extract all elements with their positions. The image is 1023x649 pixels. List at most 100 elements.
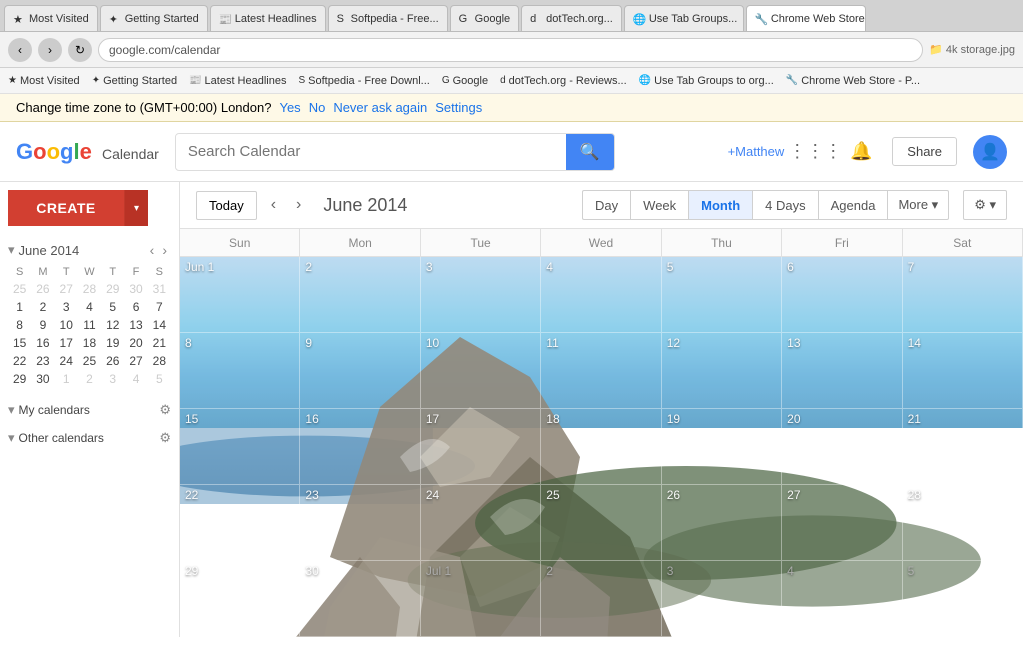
create-dropdown-button[interactable]: ▾ [124,190,148,226]
other-calendars-section[interactable]: ▾ Other calendars ⚙ [8,424,171,452]
mini-cal-day[interactable]: 20 [124,334,147,352]
address-input[interactable]: google.com/calendar [98,38,923,62]
mini-cal-day[interactable]: 10 [55,316,78,334]
cal-cell[interactable]: 8 [180,333,300,409]
bookmark-google[interactable]: G Google [442,75,488,87]
share-button[interactable]: Share [892,137,957,166]
mini-cal-day[interactable]: 26 [31,280,54,298]
mini-cal-day[interactable]: 25 [8,280,31,298]
mini-cal-day[interactable]: 29 [8,370,31,388]
view-month-button[interactable]: Month [688,190,752,220]
mini-cal-day[interactable]: 27 [124,352,147,370]
cal-cell[interactable]: 4 [541,257,661,333]
reload-button[interactable]: ↻ [68,38,92,62]
cal-cell[interactable]: 30 [300,561,420,637]
mini-cal-day[interactable]: 18 [78,334,101,352]
bookmark-most-visited[interactable]: ★ Most Visited [8,75,80,87]
view-more-button[interactable]: More ▾ [887,190,949,220]
cal-prev-button[interactable]: ‹ [265,192,282,218]
mini-cal-day[interactable]: 12 [101,316,124,334]
mini-cal-day[interactable]: 28 [148,352,171,370]
mini-cal-day[interactable]: 2 [31,298,54,316]
notification-settings[interactable]: Settings [435,100,482,115]
view-4days-button[interactable]: 4 Days [752,190,817,220]
tab-softpedia[interactable]: S Softpedia - Free... [328,5,448,31]
my-calendars-gear-icon[interactable]: ⚙ [159,402,171,418]
mini-cal-day[interactable]: 28 [78,280,101,298]
mini-cal-day[interactable]: 21 [148,334,171,352]
cal-cell[interactable]: 15 [180,409,300,485]
bookmark-latest-headlines[interactable]: 📰 Latest Headlines [189,75,286,87]
notification-never[interactable]: Never ask again [333,100,427,115]
cal-cell[interactable]: 2 [300,257,420,333]
cal-cell[interactable]: 10 [421,333,541,409]
search-input[interactable] [176,135,566,168]
mini-cal-day[interactable]: 2 [78,370,101,388]
mini-cal-day[interactable]: 11 [78,316,101,334]
cal-cell[interactable]: Jun 1 [180,257,300,333]
apps-icon[interactable]: ⋮⋮⋮ [800,137,830,167]
mini-cal-day[interactable]: 22 [8,352,31,370]
tab-dottech[interactable]: d dotTech.org... [521,5,622,31]
cal-cell[interactable]: 3 [662,561,782,637]
mini-cal-day[interactable]: 23 [31,352,54,370]
cal-cell[interactable]: 13 [782,333,902,409]
mini-cal-day[interactable]: 19 [101,334,124,352]
create-button[interactable]: CREATE [8,190,124,226]
cal-cell[interactable]: 19 [662,409,782,485]
cal-cell[interactable]: 5 [903,561,1023,637]
cal-cell[interactable]: 6 [782,257,902,333]
mini-cal-day[interactable]: 29 [101,280,124,298]
view-week-button[interactable]: Week [630,190,688,220]
notification-yes[interactable]: Yes [279,100,300,115]
mini-cal-day[interactable]: 7 [148,298,171,316]
mini-cal-day[interactable]: 30 [31,370,54,388]
settings-button[interactable]: ⚙ ▾ [963,190,1007,220]
mini-cal-day[interactable]: 3 [55,298,78,316]
mini-cal-day[interactable]: 30 [124,280,147,298]
mini-cal-prev[interactable]: ‹ [146,240,159,260]
cal-cell[interactable]: 21 [903,409,1023,485]
mini-cal-day[interactable]: 25 [78,352,101,370]
bookmark-chromestore[interactable]: 🔧 Chrome Web Store - P... [786,75,920,87]
mini-cal-day[interactable]: 1 [8,298,31,316]
cal-cell[interactable]: 18 [541,409,661,485]
my-calendars-section[interactable]: ▾ My calendars ⚙ [8,396,171,424]
today-button[interactable]: Today [196,191,257,220]
cal-cell[interactable]: 4 [782,561,902,637]
cal-cell[interactable]: 9 [300,333,420,409]
cal-cell[interactable]: 26 [662,485,782,561]
mini-cal-day[interactable]: 6 [124,298,147,316]
cal-cell[interactable]: 12 [662,333,782,409]
other-calendars-gear-icon[interactable]: ⚙ [159,430,171,446]
tab-headlines[interactable]: 📰 Latest Headlines [210,5,326,31]
mini-cal-day[interactable]: 8 [8,316,31,334]
mini-cal-day[interactable]: 15 [8,334,31,352]
mini-cal-day[interactable]: 13 [124,316,147,334]
cal-cell[interactable]: 25 [541,485,661,561]
tab-chromewebstore[interactable]: 🔧 Chrome Web Store - P... [746,5,866,31]
cal-cell[interactable]: 3 [421,257,541,333]
mini-cal-collapse-icon[interactable]: ▾ [8,242,15,258]
mini-cal-day[interactable]: 17 [55,334,78,352]
mini-cal-day[interactable]: 9 [31,316,54,334]
cal-cell[interactable]: 22 [180,485,300,561]
user-name[interactable]: +Matthew [728,144,785,159]
view-agenda-button[interactable]: Agenda [818,190,888,220]
tab-google[interactable]: G Google [450,5,519,31]
mini-cal-day[interactable]: 31 [148,280,171,298]
bookmark-dottech[interactable]: d dotTech.org - Reviews... [500,75,627,87]
cal-cell[interactable]: 20 [782,409,902,485]
mini-cal-day[interactable]: 5 [148,370,171,388]
forward-button[interactable]: › [38,38,62,62]
mini-cal-day[interactable]: 16 [31,334,54,352]
mini-cal-next[interactable]: › [158,240,171,260]
cal-cell[interactable]: 16 [300,409,420,485]
tab-getting-started[interactable]: ✦ Getting Started [100,5,208,31]
mini-cal-day[interactable]: 24 [55,352,78,370]
bookmark-usetab[interactable]: 🌐 Use Tab Groups to org... [639,75,774,87]
notifications-icon[interactable]: 🔔 [846,137,876,167]
mini-cal-day[interactable]: 27 [55,280,78,298]
notification-no[interactable]: No [309,100,326,115]
cal-cell[interactable]: 5 [662,257,782,333]
